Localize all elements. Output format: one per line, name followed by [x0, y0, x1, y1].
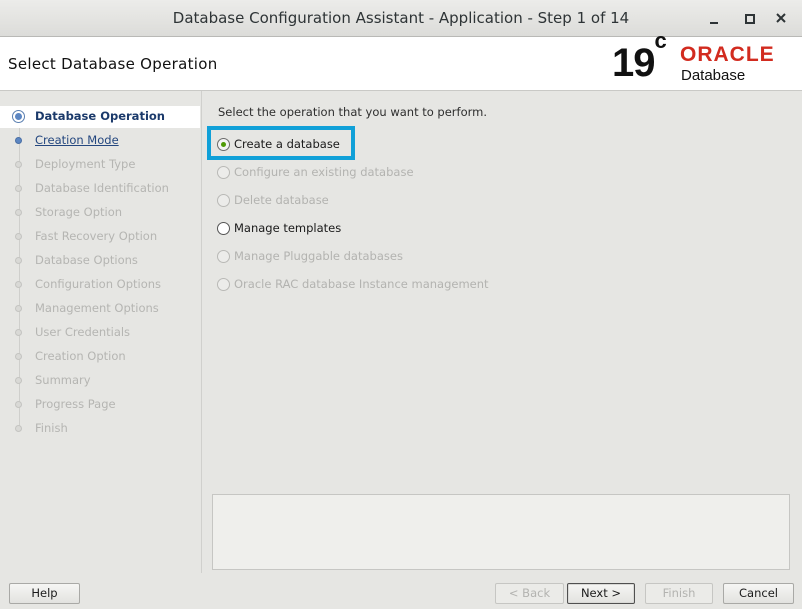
- radio-button[interactable]: [217, 222, 230, 235]
- title-bar: Database Configuration Assistant - Appli…: [0, 0, 802, 37]
- close-icon[interactable]: [773, 10, 789, 26]
- instruction-text: Select the operation that you want to pe…: [218, 105, 488, 119]
- step-label: Creation Option: [35, 349, 126, 363]
- step-label: Storage Option: [35, 205, 123, 219]
- option-label: Oracle RAC database Instance management: [234, 277, 489, 291]
- radio-button: [217, 250, 230, 263]
- content-panel: Select the operation that you want to pe…: [201, 91, 802, 573]
- step-dot-icon: [15, 425, 22, 432]
- cancel-button[interactable]: Cancel: [723, 583, 794, 604]
- back-button: < Back: [495, 583, 564, 604]
- oracle-logo: ORACLE: [680, 43, 775, 66]
- page-header: Select Database Operation 19c ORACLE Dat…: [0, 28, 802, 91]
- option-label: Configure an existing database: [234, 165, 414, 179]
- step-label: Fast Recovery Option: [35, 229, 158, 243]
- step-user-credentials: User Credentials: [0, 322, 200, 344]
- radio-button: [217, 278, 230, 291]
- step-label: Database Options: [35, 253, 138, 267]
- help-button[interactable]: Help: [9, 583, 80, 604]
- radio-button[interactable]: [217, 138, 230, 151]
- logo-version-number: 19: [612, 41, 655, 85]
- step-configuration-options: Configuration Options: [0, 274, 200, 296]
- step-label: Database Operation: [35, 109, 165, 123]
- step-progress-page: Progress Page: [0, 394, 200, 416]
- step-fast-recovery-option: Fast Recovery Option: [0, 226, 200, 248]
- option-label: Manage templates: [234, 221, 342, 235]
- logo-version-suffix: c: [654, 27, 667, 53]
- maximize-icon[interactable]: [741, 10, 757, 26]
- step-summary: Summary: [0, 370, 200, 392]
- step-creation-mode[interactable]: Creation Mode: [0, 130, 200, 152]
- step-dot-icon: [15, 209, 22, 216]
- step-label: Finish: [35, 421, 68, 435]
- step-database-identification: Database Identification: [0, 178, 200, 200]
- step-management-options: Management Options: [0, 298, 200, 320]
- step-dot-icon: [15, 305, 22, 312]
- option-label: Manage Pluggable databases: [234, 249, 403, 263]
- step-label: Progress Page: [35, 397, 116, 411]
- step-label: Database Identification: [35, 181, 169, 195]
- step-label: Deployment Type: [35, 157, 136, 171]
- step-label: Configuration Options: [35, 277, 162, 291]
- step-dot-icon: [15, 353, 22, 360]
- step-deployment-type: Deployment Type: [0, 154, 200, 176]
- step-dot-icon: [15, 161, 22, 168]
- step-label: Creation Mode: [35, 133, 119, 147]
- logo-product-name: Database: [681, 67, 746, 84]
- option-label: Delete database: [234, 193, 329, 207]
- message-area: [212, 494, 790, 570]
- option-label: Create a database: [234, 137, 340, 151]
- radio-button: [217, 194, 230, 207]
- step-label: User Credentials: [35, 325, 131, 339]
- minimize-icon[interactable]: [706, 10, 722, 26]
- step-database-operation[interactable]: Database Operation: [0, 106, 200, 128]
- step-dot-icon: [15, 329, 22, 336]
- window-title: Database Configuration Assistant - Appli…: [172, 9, 630, 27]
- step-storage-option: Storage Option: [0, 202, 200, 224]
- step-database-options: Database Options: [0, 250, 200, 272]
- step-dot-icon: [15, 281, 22, 288]
- step-dot-icon: [15, 233, 22, 240]
- step-dot-icon: [15, 257, 22, 264]
- step-current-icon: [12, 110, 25, 123]
- step-finish: Finish: [0, 418, 200, 440]
- footer-bar: Help < Back Next > Finish Cancel: [0, 573, 802, 609]
- next-button[interactable]: Next >: [567, 583, 635, 604]
- steps-sidebar: Database Operation Creation Mode Deploym…: [0, 91, 200, 573]
- step-label: Summary: [35, 373, 91, 387]
- step-creation-option: Creation Option: [0, 346, 200, 368]
- step-label: Management Options: [35, 301, 159, 315]
- step-dot-icon: [15, 137, 22, 144]
- step-dot-icon: [15, 401, 22, 408]
- oracle-version-logo: 19c: [612, 28, 667, 86]
- finish-button: Finish: [645, 583, 713, 604]
- radio-button: [217, 166, 230, 179]
- step-dot-icon: [15, 377, 22, 384]
- step-dot-icon: [15, 185, 22, 192]
- page-title: Select Database Operation: [8, 55, 218, 73]
